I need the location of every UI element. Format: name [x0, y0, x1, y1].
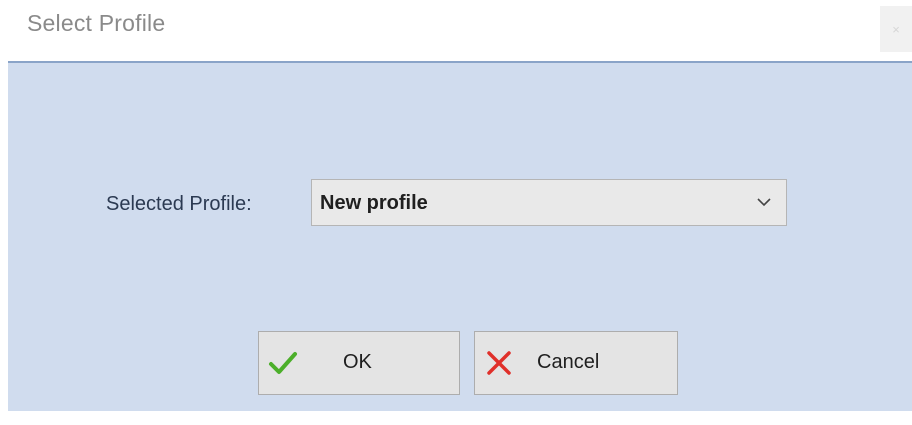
profile-dropdown[interactable]: New profile [311, 179, 787, 226]
ok-button[interactable]: OK [258, 331, 460, 395]
chevron-down-icon [757, 198, 771, 207]
cancel-button-label: Cancel [537, 351, 600, 373]
select-profile-dialog: Select Profile × Selected Profile: New p… [0, 0, 912, 425]
profile-dropdown-value: New profile [320, 192, 428, 214]
ok-button-label: OK [343, 351, 372, 373]
close-button[interactable]: × [880, 6, 912, 52]
x-icon [487, 351, 511, 375]
title-bar: Select Profile × [0, 0, 912, 62]
window-title: Select Profile [27, 10, 166, 36]
checkmark-icon [269, 352, 297, 374]
selected-profile-label: Selected Profile: [106, 193, 252, 215]
dialog-body: Selected Profile: New profile OK Cancel [8, 63, 912, 411]
cancel-button[interactable]: Cancel [474, 331, 678, 395]
close-icon: × [892, 21, 900, 37]
